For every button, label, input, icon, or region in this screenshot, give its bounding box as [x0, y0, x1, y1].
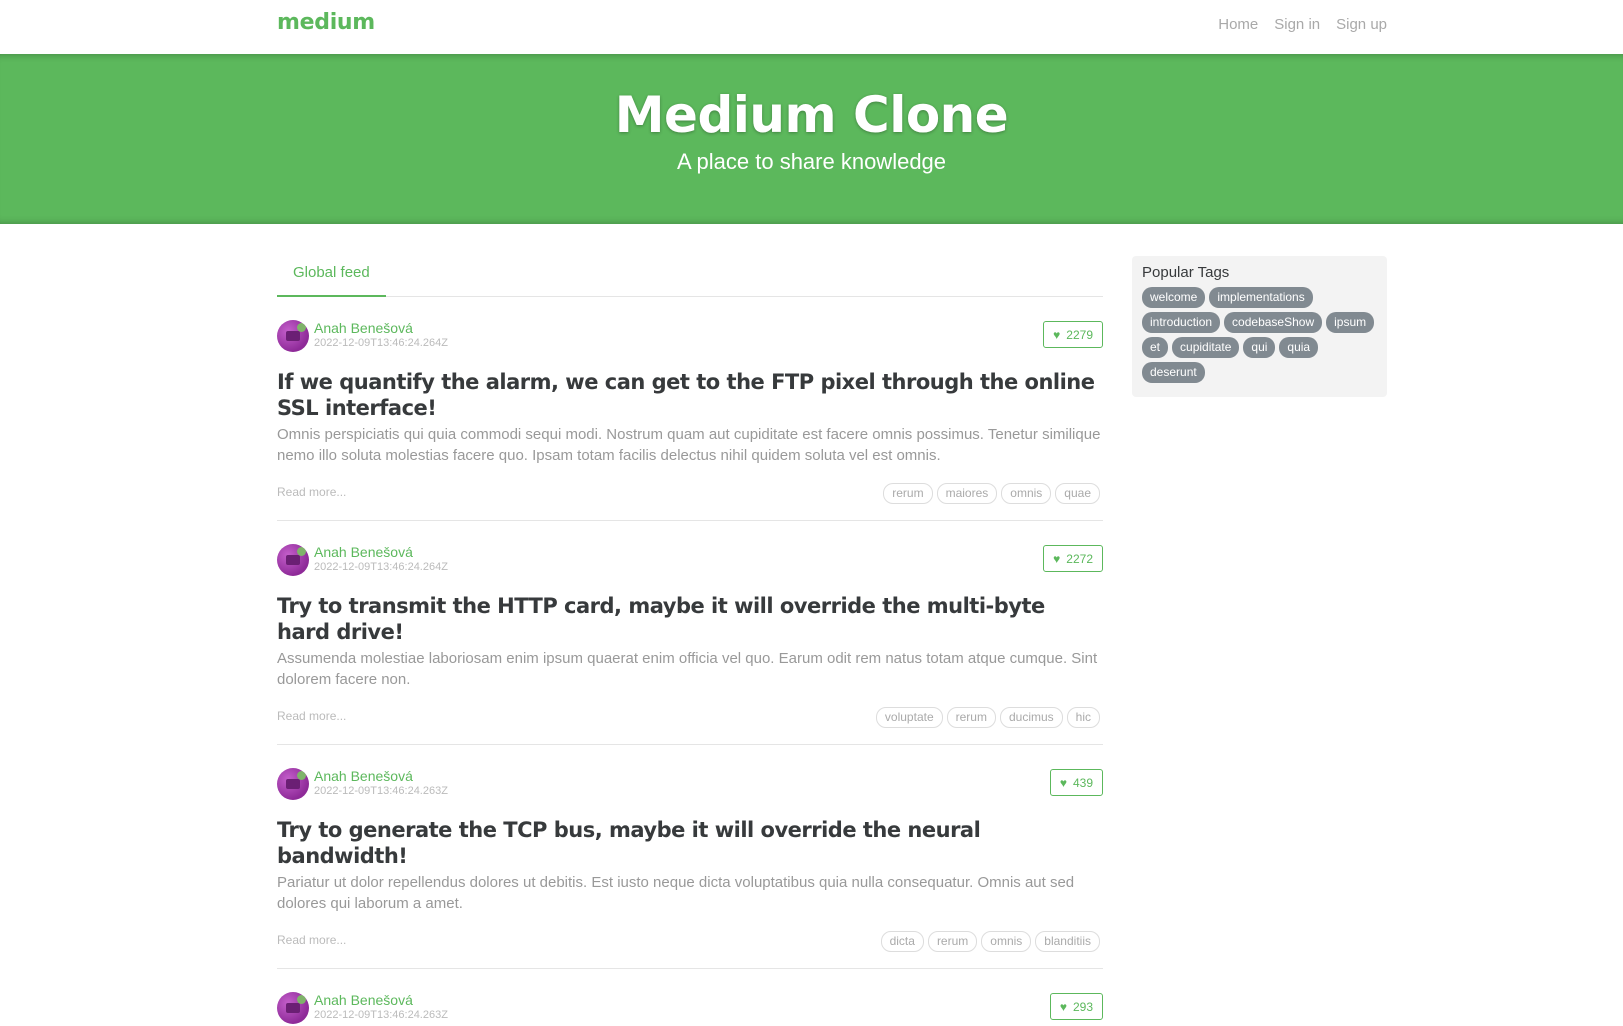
favorite-count: 439 — [1072, 775, 1093, 790]
author-avatar[interactable] — [277, 768, 309, 800]
popular-tag[interactable]: cupiditate — [1172, 337, 1240, 358]
article-tag[interactable]: ducimus — [999, 707, 1063, 728]
read-more-link[interactable]: Read more... — [277, 485, 346, 499]
article-date: 2022-12-09T13:46:24.263Z — [314, 785, 448, 797]
navbar: medium Home Sign in Sign up — [0, 0, 1623, 54]
author-avatar[interactable] — [277, 992, 309, 1024]
article-preview: Anah Benešová 2022-12-09T13:46:24.263Z ♥… — [277, 745, 1103, 969]
article-tag[interactable]: omnis — [1001, 483, 1052, 504]
feed-tabs: Global feed — [277, 254, 1103, 297]
favorite-count: 2279 — [1066, 327, 1093, 342]
popular-tag[interactable]: welcome — [1142, 287, 1206, 308]
article-title[interactable]: If we quantify the alarm, we can get to … — [277, 369, 1103, 421]
article-tag-list: rerum maiores omnis quae — [883, 483, 1100, 504]
article-tag[interactable]: blanditiis — [1035, 931, 1100, 952]
article-tag[interactable]: quae — [1055, 483, 1100, 504]
article-meta: Anah Benešová 2022-12-09T13:46:24.263Z ♥… — [277, 768, 1103, 802]
article-description: Assumenda molestiae laboriosam enim ipsu… — [277, 650, 1098, 688]
hero-banner: Medium Clone A place to share knowledge — [0, 54, 1623, 224]
read-more-link[interactable]: Read more... — [277, 933, 346, 947]
article-footer: Read more... rerum maiores omnis quae — [277, 478, 1103, 520]
article-preview: Anah Benešová 2022-12-09T13:46:24.264Z ♥… — [277, 297, 1103, 521]
popular-tag[interactable]: introduction — [1142, 312, 1221, 333]
banner-title: Medium Clone — [614, 86, 1009, 144]
favorite-count: 2272 — [1066, 551, 1093, 566]
popular-tag[interactable]: codebaseShow — [1224, 312, 1323, 333]
article-feed: Global feed Anah Benešová 2022-12-09T13:… — [277, 254, 1103, 1026]
nav-home-link[interactable]: Home — [1218, 16, 1258, 33]
popular-tag[interactable]: implementations — [1209, 287, 1313, 308]
tab-global-feed[interactable]: Global feed — [277, 254, 386, 297]
favorite-button[interactable]: ♥ 293 — [1049, 993, 1103, 1020]
nav-links: Home Sign in Sign up — [1218, 16, 1387, 33]
heart-icon: ♥ — [1053, 327, 1061, 342]
popular-tags-sidebar: Popular Tags welcome implementations int… — [1132, 256, 1387, 397]
author-name[interactable]: Anah Benešová — [314, 320, 413, 336]
article-tag[interactable]: rerum — [946, 707, 996, 728]
article-meta: Anah Benešová 2022-12-09T13:46:24.264Z ♥… — [277, 320, 1103, 354]
article-tag[interactable]: dicta — [880, 931, 924, 952]
favorite-count: 293 — [1072, 999, 1093, 1014]
article-tag[interactable]: rerum — [927, 931, 978, 952]
article-tag[interactable]: maiores — [936, 483, 998, 504]
article-tag[interactable]: rerum — [883, 483, 933, 504]
heart-icon: ♥ — [1059, 775, 1067, 790]
article-footer: Read more... voluptate rerum ducimus hic — [277, 702, 1103, 744]
article-footer: Read more... dicta rerum omnis blanditii… — [277, 926, 1103, 968]
popular-tag[interactable]: ipsum — [1326, 312, 1375, 333]
read-more-link[interactable]: Read more... — [277, 709, 346, 723]
article-tag-list: dicta rerum omnis blanditiis — [880, 931, 1100, 952]
heart-icon: ♥ — [1059, 999, 1067, 1014]
article-date: 2022-12-09T13:46:24.263Z — [314, 1009, 448, 1021]
article-tag[interactable]: voluptate — [875, 707, 943, 728]
author-name[interactable]: Anah Benešová — [314, 992, 413, 1008]
author-name[interactable]: Anah Benešová — [314, 768, 413, 784]
heart-icon: ♥ — [1053, 551, 1061, 566]
article-date: 2022-12-09T13:46:24.264Z — [314, 337, 448, 349]
article-description: Pariatur ut dolor repellendus dolores ut… — [277, 874, 1075, 912]
nav-sign-up-link[interactable]: Sign up — [1336, 16, 1387, 33]
favorite-button[interactable]: ♥ 439 — [1049, 769, 1103, 796]
banner-subtitle: A place to share knowledge — [676, 149, 947, 174]
author-name[interactable]: Anah Benešová — [314, 544, 413, 560]
author-avatar[interactable] — [277, 544, 309, 576]
tag-cloud: welcome implementations introduction cod… — [1142, 287, 1377, 383]
article-meta: Anah Benešová 2022-12-09T13:46:24.263Z ♥… — [277, 992, 1103, 1026]
article-tag[interactable]: hic — [1066, 707, 1100, 728]
author-avatar[interactable] — [277, 320, 309, 352]
article-description: Omnis perspiciatis qui quia commodi sequ… — [277, 426, 1101, 464]
popular-tag[interactable]: quia — [1279, 337, 1319, 358]
favorite-button[interactable]: ♥ 2279 — [1043, 321, 1103, 348]
article-title[interactable]: Try to transmit the HTTP card, maybe it … — [277, 593, 1103, 645]
favorite-button[interactable]: ♥ 2272 — [1043, 545, 1103, 572]
article-tag-list: voluptate rerum ducimus hic — [875, 707, 1100, 728]
article-tag[interactable]: omnis — [981, 931, 1032, 952]
article-title[interactable]: Try to generate the TCP bus, maybe it wi… — [277, 817, 1103, 869]
nav-sign-in-link[interactable]: Sign in — [1274, 16, 1320, 33]
sidebar-title: Popular Tags — [1142, 264, 1230, 281]
article-date: 2022-12-09T13:46:24.264Z — [314, 561, 448, 573]
popular-tag[interactable]: qui — [1243, 337, 1276, 358]
popular-tag[interactable]: deserunt — [1142, 362, 1205, 383]
brand-logo[interactable]: medium — [277, 10, 375, 35]
article-meta: Anah Benešová 2022-12-09T13:46:24.264Z ♥… — [277, 544, 1103, 578]
article-preview: Anah Benešová 2022-12-09T13:46:24.264Z ♥… — [277, 521, 1103, 745]
popular-tag[interactable]: et — [1142, 337, 1169, 358]
